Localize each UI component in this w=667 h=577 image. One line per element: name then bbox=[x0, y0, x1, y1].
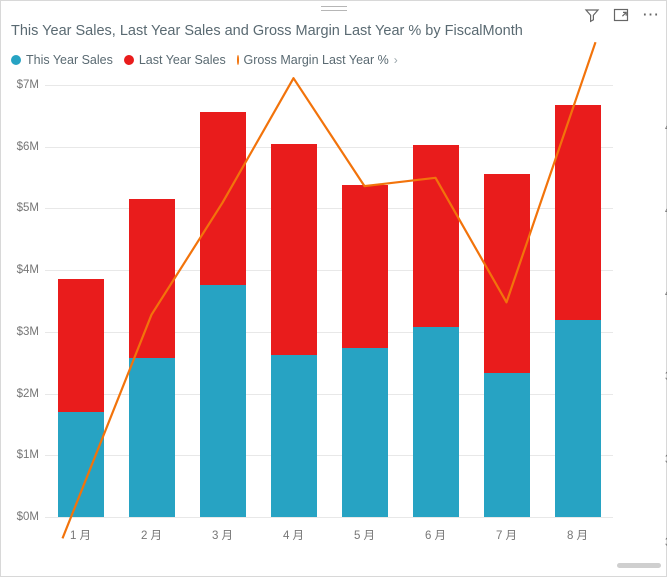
y-axis-left-label: $6M bbox=[16, 140, 39, 153]
focus-mode-icon[interactable] bbox=[613, 7, 629, 23]
y-axis-left-label: $1M bbox=[16, 449, 39, 462]
legend-label-last-year-sales: Last Year Sales bbox=[138, 53, 226, 67]
chart-plot-area: $0M$1M$2M$3M$4M$5M$6M$7M34%36%38%40%42%4… bbox=[17, 41, 667, 549]
drag-handle[interactable] bbox=[320, 3, 347, 13]
y-axis-left-label: $7M bbox=[16, 79, 39, 91]
chart-legend: This Year Sales Last Year Sales Gross Ma… bbox=[11, 53, 398, 67]
legend-item-this-year-sales[interactable]: This Year Sales bbox=[11, 53, 113, 67]
legend-label-gross-margin-last-year-pct: Gross Margin Last Year % bbox=[243, 53, 389, 67]
legend-label-this-year-sales: This Year Sales bbox=[26, 53, 113, 67]
legend-swatch-last-year-sales bbox=[123, 55, 134, 65]
legend-swatch-this-year-sales bbox=[11, 55, 21, 65]
drag-handle-line bbox=[320, 6, 347, 7]
filter-icon[interactable] bbox=[584, 7, 600, 23]
legend-item-last-year-sales[interactable]: Last Year Sales bbox=[123, 53, 226, 67]
line-series-gross-margin-last-year-pct bbox=[61, 41, 597, 539]
legend-swatch-gross-margin-last-year-pct bbox=[236, 55, 239, 65]
visual-header-icons: ⋯ bbox=[584, 6, 660, 23]
line-path bbox=[61, 41, 597, 539]
y-axis-left-label: $0M bbox=[16, 511, 39, 523]
chart-title: This Year Sales, Last Year Sales and Gro… bbox=[11, 23, 523, 39]
drag-handle-line bbox=[320, 10, 347, 11]
more-options-icon[interactable]: ⋯ bbox=[642, 6, 660, 23]
y-axis-left-label: $2M bbox=[16, 387, 39, 400]
y-axis-left-label: $3M bbox=[16, 325, 39, 338]
y-axis-left-label: $5M bbox=[16, 202, 39, 215]
chart-visual-container: ⋯ This Year Sales, Last Year Sales and G… bbox=[0, 0, 667, 577]
horizontal-scrollbar[interactable] bbox=[617, 563, 661, 568]
legend-item-gross-margin-last-year-pct[interactable]: Gross Margin Last Year % bbox=[236, 53, 389, 67]
y-axis-left-label: $4M bbox=[16, 264, 39, 277]
legend-overflow-marker[interactable]: › bbox=[394, 53, 398, 67]
